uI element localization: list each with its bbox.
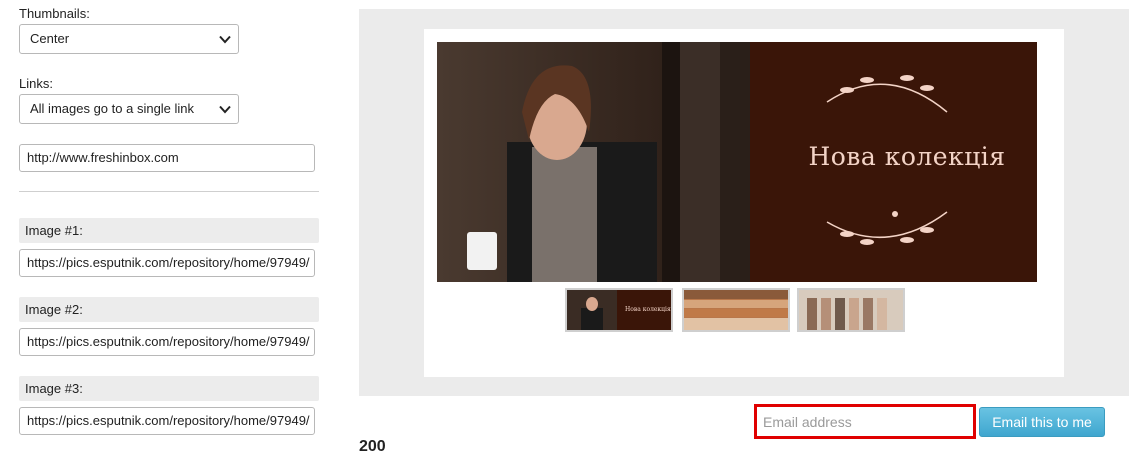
links-select[interactable]: All images go to a single link	[19, 94, 239, 124]
thumbnail-3-image	[799, 290, 903, 330]
divider	[19, 191, 319, 192]
thumbnails-label: Thumbnails:	[19, 6, 90, 21]
image-3-header: Image #3:	[19, 376, 319, 401]
link-url-input[interactable]: http://www.freshinbox.com	[19, 144, 315, 172]
image-1-header: Image #1:	[19, 218, 319, 243]
image-2-url-input[interactable]: https://pics.esputnik.com/repository/hom…	[19, 328, 315, 356]
email-preview-card: Нова колекція Нова колекція	[424, 29, 1064, 377]
email-this-to-me-button[interactable]: Email this to me	[979, 407, 1105, 437]
thumbnail-2[interactable]	[682, 288, 790, 332]
thumbnail-strip: Нова колекція	[565, 288, 925, 334]
thumbnails-select[interactable]: Center	[19, 24, 239, 54]
links-select-value: All images go to a single link	[30, 101, 195, 116]
links-label: Links:	[19, 76, 53, 91]
cut-off-text: 200	[359, 438, 386, 455]
image-3-url-input[interactable]: https://pics.esputnik.com/repository/hom…	[19, 407, 315, 435]
email-address-input[interactable]	[754, 404, 976, 439]
image-1-url-input[interactable]: https://pics.esputnik.com/repository/hom…	[19, 249, 315, 277]
thumbnails-select-value: Center	[30, 31, 70, 46]
image-2-header: Image #2:	[19, 297, 319, 322]
banner-title: Нова колекція	[808, 142, 1006, 171]
chevron-down-icon	[219, 35, 231, 44]
thumbnail-2-image	[684, 290, 788, 330]
thumbnail-3[interactable]	[797, 288, 905, 332]
preview-area: Нова колекція Нова колекція	[359, 9, 1129, 396]
chevron-down-icon	[219, 105, 231, 114]
main-banner-image[interactable]: Нова колекція	[437, 42, 1037, 282]
thumbnail-1[interactable]: Нова колекція	[565, 288, 673, 332]
thumbnail-1-caption: Нова колекція	[625, 306, 671, 313]
